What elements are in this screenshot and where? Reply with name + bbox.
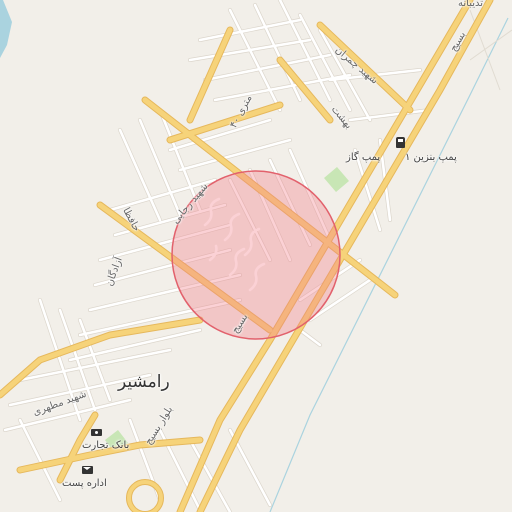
- track-line: [469, 29, 512, 61]
- label-top-right: تدیبانه: [458, 0, 484, 9]
- water-area: [0, 0, 12, 58]
- poi-fuel-1[interactable]: پمپ بنزین ۱: [405, 152, 457, 164]
- fuel-pump-icon[interactable]: [396, 137, 405, 148]
- post-office-icon[interactable]: [82, 466, 93, 474]
- roundabout-inner: [127, 480, 163, 512]
- map-layer: [0, 0, 512, 512]
- city-label: رامشیر: [118, 372, 170, 392]
- park-area: [324, 167, 349, 192]
- poi-bank[interactable]: بانک تجارت: [82, 440, 129, 452]
- map-canvas[interactable]: رامشیر تدیبانه شهید چمران بهشت ۴۰ متری ش…: [0, 0, 512, 512]
- bank-icon[interactable]: [91, 429, 102, 436]
- poi-post[interactable]: اداره پست: [62, 478, 107, 490]
- poi-fuel-2[interactable]: پمپ گاز: [346, 152, 380, 164]
